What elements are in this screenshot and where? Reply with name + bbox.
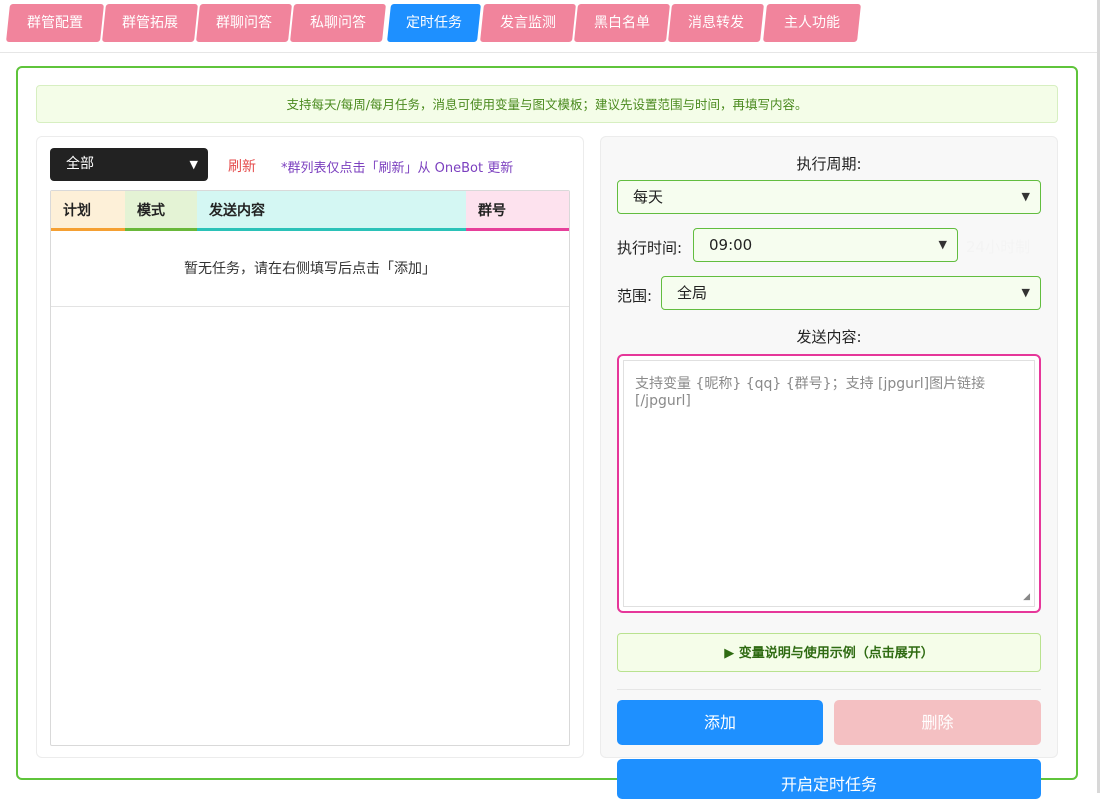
- refresh-note: *群列表仅点击「刷新」从 OneBot 更新: [281, 161, 514, 176]
- column-header-group-id: 群号: [466, 191, 569, 231]
- time-select[interactable]: 09:00 ▼: [693, 228, 958, 262]
- time-format-hint: 24小时制: [966, 238, 1031, 256]
- tab-black-white-list[interactable]: 黑白名单: [574, 4, 670, 42]
- tab-bar: 群管配置 群管拓展 群聊问答 私聊问答 定时任务 发言监测 黑白名单 消息转发 …: [0, 0, 1100, 53]
- content-label: 发送内容:: [796, 328, 862, 346]
- column-header-plan: 计划: [51, 191, 125, 231]
- period-value: 每天: [633, 188, 664, 206]
- delete-button[interactable]: 删除: [834, 700, 1041, 745]
- period-label: 执行周期:: [796, 155, 862, 173]
- time-label: 执行时间:: [617, 239, 683, 257]
- tab-speech-monitor[interactable]: 发言监测: [480, 4, 576, 42]
- empty-table-message: 暂无任务，请在右侧填写后点击「添加」: [51, 231, 569, 307]
- time-value: 09:00: [709, 236, 753, 254]
- tab-group-qa[interactable]: 群聊问答: [196, 4, 292, 42]
- tab-owner-functions[interactable]: 主人功能: [763, 4, 861, 42]
- notice-banner: 支持每天/每周/每月任务，消息可使用变量与图文模板；建议先设置范围与时间，再填写…: [36, 85, 1058, 123]
- task-table: 计划 模式 发送内容 群号 暂无任务，请在右侧填写后点击「添加」: [50, 190, 570, 746]
- tab-group-config[interactable]: 群管配置: [6, 4, 104, 42]
- content-textarea-frame: 支持变量 {昵称} {qq} {群号}；支持 [jpgurl]图片链接[/jpg…: [617, 354, 1041, 613]
- variable-help-toggle[interactable]: ▶ 变量说明与使用示例（点击展开）: [617, 633, 1041, 672]
- chevron-down-icon: ▼: [189, 158, 198, 171]
- tab-label: 群管拓展: [122, 15, 178, 31]
- tab-scheduled-tasks[interactable]: 定时任务: [387, 4, 481, 42]
- scope-select[interactable]: 全局 ▼: [661, 276, 1041, 310]
- tab-private-qa[interactable]: 私聊问答: [290, 4, 386, 42]
- add-button[interactable]: 添加: [617, 700, 823, 745]
- enable-tasks-button[interactable]: 开启定时任务: [617, 759, 1041, 799]
- divider: [617, 689, 1041, 690]
- scope-label: 范围:: [617, 287, 653, 305]
- filter-value: 全部: [66, 156, 94, 172]
- tab-label: 发言监测: [500, 15, 556, 31]
- chevron-down-icon: ▼: [1021, 190, 1030, 203]
- column-header-mode: 模式: [125, 191, 197, 231]
- chevron-down-icon: ▼: [938, 238, 947, 251]
- content-placeholder: 支持变量 {昵称} {qq} {群号}；支持 [jpgurl]图片链接[/jpg…: [635, 376, 986, 409]
- tab-label: 私聊问答: [310, 15, 366, 31]
- tab-label: 群管配置: [27, 15, 83, 31]
- period-select[interactable]: 每天 ▼: [617, 180, 1041, 214]
- group-filter-select[interactable]: 全部 ▼: [50, 148, 208, 181]
- tab-message-forward[interactable]: 消息转发: [668, 4, 764, 42]
- tab-label: 消息转发: [688, 15, 744, 31]
- tab-label: 定时任务: [406, 15, 462, 31]
- column-header-content: 发送内容: [197, 191, 466, 231]
- resize-handle-icon[interactable]: ◢: [1023, 592, 1030, 602]
- scope-value: 全局: [677, 284, 708, 302]
- chevron-down-icon: ▼: [1021, 286, 1030, 299]
- tab-group-extend[interactable]: 群管拓展: [102, 4, 198, 42]
- content-textarea[interactable]: 支持变量 {昵称} {qq} {群号}；支持 [jpgurl]图片链接[/jpg…: [623, 360, 1035, 607]
- tab-label: 主人功能: [784, 15, 840, 31]
- refresh-link[interactable]: 刷新: [228, 156, 256, 176]
- tab-label: 黑白名单: [594, 15, 650, 31]
- tab-label: 群聊问答: [216, 15, 272, 31]
